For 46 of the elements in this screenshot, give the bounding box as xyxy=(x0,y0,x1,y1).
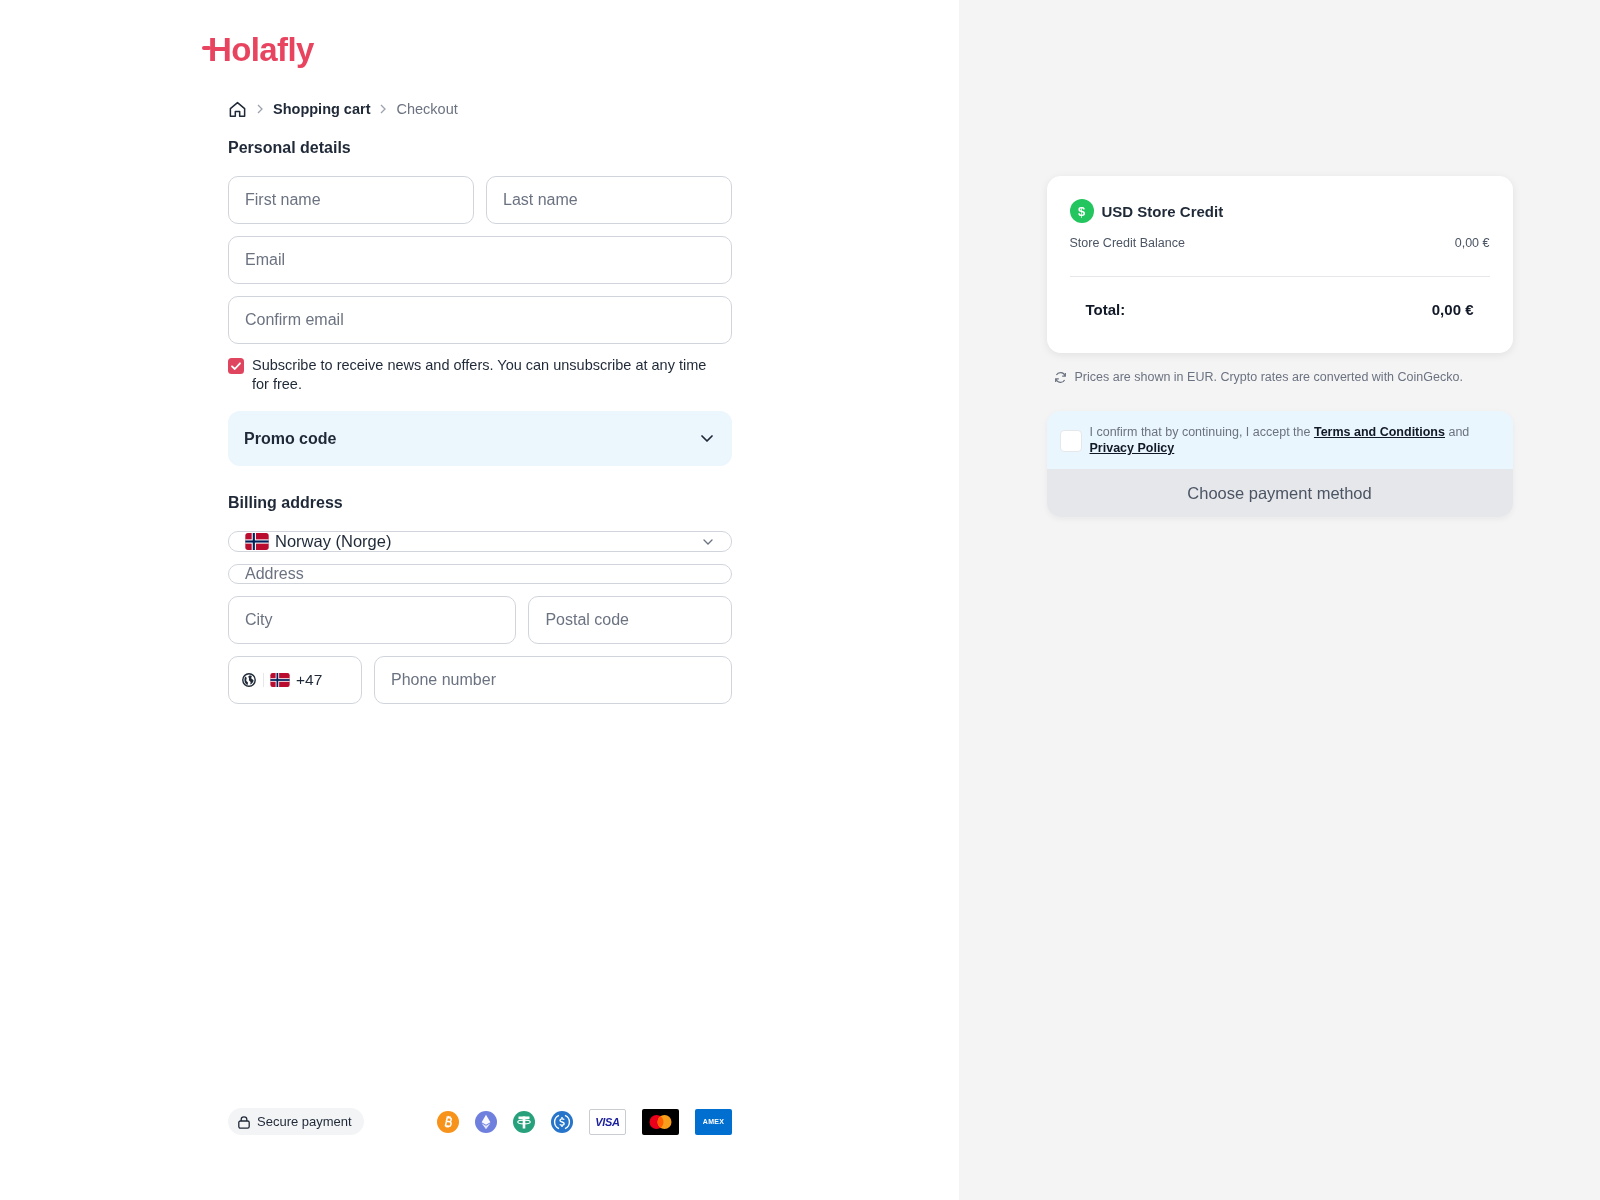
input-field[interactable]: Confirm email xyxy=(228,296,732,344)
refresh-icon xyxy=(1053,370,1067,384)
chevron-down-icon xyxy=(703,538,713,545)
input-field[interactable]: Postal code xyxy=(528,596,732,644)
total-value: 0,00 € xyxy=(1431,300,1474,320)
breadcrumb-link[interactable]: Shopping cart xyxy=(273,101,371,117)
card-title: USD Store Credit xyxy=(1101,202,1224,220)
country-code-select[interactable]: +47 xyxy=(228,656,362,704)
subscribe-label: Subscribe to receive news and offers. You can unsubscribe at any time for free. xyxy=(252,356,708,394)
bitcoin-icon xyxy=(437,1110,459,1133)
balance-label: Store Credit Balance xyxy=(1069,235,1185,251)
home-icon[interactable] xyxy=(228,99,247,119)
input-field[interactable]: First name xyxy=(228,176,474,224)
chevron-right-icon xyxy=(257,104,263,114)
section-title: Personal details xyxy=(228,138,352,158)
ethereum-icon xyxy=(475,1110,497,1133)
terms-link[interactable]: Terms and Conditions xyxy=(1313,425,1445,439)
chevron-right-icon xyxy=(380,104,387,114)
subscribe-checkbox[interactable] xyxy=(228,357,244,374)
country-select[interactable]: Norway (Norge) xyxy=(228,531,732,552)
terms-text: I confirm that by continuing, I accept the Terms and Conditions and Privacy Policy xyxy=(1089,424,1471,456)
promo-code-toggle[interactable]: Promo code xyxy=(228,411,732,466)
terms-checkbox[interactable] xyxy=(1059,430,1082,452)
balance-value: 0,00 € xyxy=(1454,235,1490,251)
secure-payment-label: Secure payment xyxy=(257,1114,352,1129)
dollar-icon: $ xyxy=(1069,199,1094,223)
mastercard-icon xyxy=(642,1108,679,1135)
chevron-down-icon xyxy=(701,435,713,442)
input-field[interactable]: Address xyxy=(228,564,732,584)
total-label: Total: xyxy=(1085,300,1126,320)
brand-logo[interactable]: Holafly xyxy=(202,28,314,72)
input-field[interactable]: Email xyxy=(228,236,732,284)
breadcrumb-current: Checkout xyxy=(396,101,458,117)
usdc-icon xyxy=(551,1110,573,1133)
input-field[interactable]: Last name xyxy=(486,176,732,224)
lock-icon xyxy=(238,1114,250,1129)
visa-logo: VISA xyxy=(589,1108,626,1135)
globe-icon xyxy=(242,673,256,687)
tether-icon xyxy=(513,1110,535,1133)
input-field[interactable]: Phone number xyxy=(374,656,732,704)
section-title: Billing address xyxy=(228,493,344,513)
currency-note: Prices are shown in EUR. Crypto rates are converted with CoinGecko. xyxy=(1074,369,1463,385)
flag-icon xyxy=(245,533,269,550)
flag-icon xyxy=(270,673,290,687)
input-field[interactable]: City xyxy=(228,596,517,644)
privacy-link[interactable]: Privacy Policy xyxy=(1089,441,1175,455)
